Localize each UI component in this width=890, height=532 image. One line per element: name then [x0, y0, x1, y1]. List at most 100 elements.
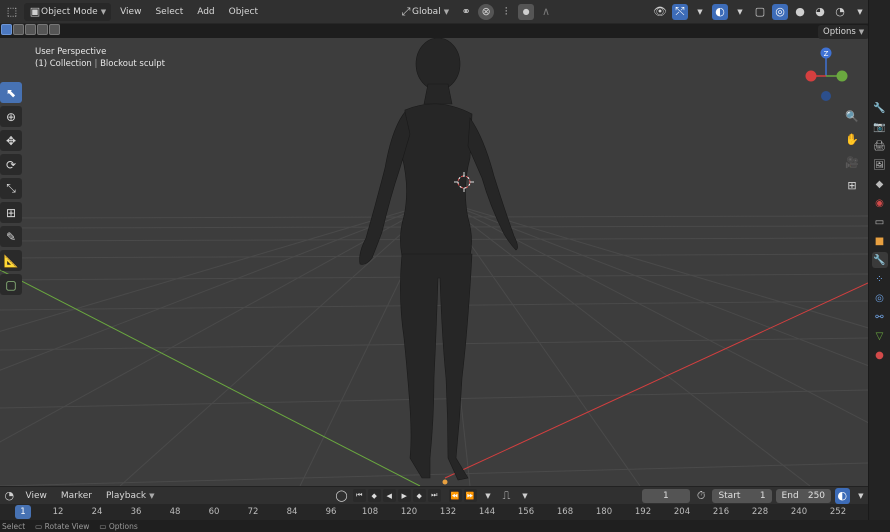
status-bar: Select ▭ Rotate View ▭ Options [0, 520, 890, 532]
world-props-icon[interactable]: ◉ [872, 195, 888, 211]
menu-select[interactable]: Select [150, 3, 188, 21]
snap-target-icon[interactable]: ⫶ [498, 4, 514, 20]
object-mode-icon: ▣ [29, 5, 41, 18]
3d-viewport[interactable]: User Perspective (1) Collection | Blocko… [0, 38, 868, 486]
chevron-down-icon[interactable]: ▼ [854, 488, 869, 504]
menu-object[interactable]: Object [224, 3, 263, 21]
material-props-icon[interactable]: ● [872, 347, 888, 363]
gizmo-toggle-icon[interactable]: ⤲ [672, 3, 688, 20]
output-props-icon[interactable]: 🖨 [872, 138, 888, 154]
chevron-down-icon[interactable]: ▼ [518, 488, 533, 504]
object-props-icon[interactable]: ■ [872, 233, 888, 249]
wireframe-shading-icon[interactable]: ◎ [772, 3, 788, 20]
rendered-shading-icon[interactable]: ◔ [832, 4, 848, 20]
ortho-grid-icon[interactable]: ⊞ [843, 176, 861, 194]
snap-icon[interactable]: ⊗ [478, 3, 495, 20]
axis-gizmo[interactable]: Z [804, 46, 858, 106]
end-frame-field[interactable]: End 250 [775, 488, 832, 503]
clock-editor-icon[interactable]: ◔ [2, 488, 17, 504]
navigation-tools: 🔍 ✋ 🎥 ⊞ [843, 107, 861, 194]
next-keyframe-icon[interactable]: ◆ [412, 489, 426, 502]
physics-props-icon[interactable]: ◎ [872, 290, 888, 306]
select-extend-icon[interactable] [13, 24, 24, 35]
play-icon[interactable]: ▶ [397, 489, 411, 502]
xray-icon[interactable]: ▢ [752, 4, 768, 20]
select-invert-icon[interactable] [37, 24, 48, 35]
tool-props-icon[interactable]: 🔧 [872, 100, 888, 116]
transform-tool[interactable]: ⊞ [0, 202, 22, 223]
auto-key-icon[interactable]: ⎍ [499, 488, 514, 504]
orientation-label: Global [411, 6, 441, 17]
editor-type-icon[interactable]: ⬚ [4, 4, 20, 20]
collection-info: (1) Collection | Blockout sculpt [35, 58, 165, 70]
select-intersect-icon[interactable] [49, 24, 60, 35]
chevron-down-icon[interactable]: ▼ [852, 4, 868, 20]
collection-props-icon[interactable]: ▭ [872, 214, 888, 230]
select-box-tool[interactable]: ⬉ [0, 82, 22, 103]
camera-view-icon[interactable]: 🎥 [843, 153, 861, 171]
ruler-tick-label: 48 [169, 507, 181, 517]
cursor-tool[interactable]: ⊕ [0, 106, 22, 127]
frame-ruler[interactable]: 1 12 24 36 48 60 72 84 96 108 120 132 144 156 168 180 1… [0, 504, 868, 520]
navigation-gizmo[interactable]: Z [804, 46, 858, 106]
stopwatch-icon[interactable]: ⏱ [694, 488, 709, 504]
timeline-menu-marker[interactable]: Marker [56, 489, 97, 503]
scale-tool[interactable]: ⤡ [0, 178, 22, 199]
pivot-icon[interactable]: ⚭ [458, 4, 474, 20]
modifier-props-icon[interactable]: 🔧 [871, 252, 888, 268]
rotate-tool[interactable]: ⟳ [0, 154, 22, 175]
proportional-edit-icon[interactable]: ● [518, 3, 535, 20]
current-frame-indicator[interactable]: 1 [15, 505, 31, 519]
chevron-down-icon[interactable]: ▼ [732, 4, 748, 20]
select-subtract-icon[interactable] [25, 24, 36, 35]
prev-keyframe-icon[interactable]: ◆ [367, 489, 381, 502]
options-dropdown[interactable]: Options ▼ [818, 25, 870, 39]
start-label: Start [718, 490, 741, 501]
floor-grid [0, 38, 868, 486]
mode-dropdown[interactable]: ▣ Object Mode ▼ [24, 2, 112, 21]
overlay-toggle-icon[interactable]: ◐ [712, 3, 728, 20]
solid-shading-icon[interactable]: ● [792, 4, 808, 20]
transform-orientation-dropdown[interactable]: ⤢ Global ▼ [395, 3, 454, 21]
timeline-view-icon[interactable]: ◐ [835, 487, 850, 504]
annotate-tool[interactable]: ✎ [0, 226, 22, 247]
timeline-menu-playback[interactable]: Playback ▼ [101, 489, 160, 503]
start-value: 1 [759, 490, 766, 501]
select-new-icon[interactable] [1, 24, 12, 35]
measure-tool[interactable]: 📐 [0, 250, 22, 271]
falloff-icon[interactable]: ∧ [538, 4, 554, 20]
data-props-icon[interactable]: ▽ [872, 328, 888, 344]
zoom-icon[interactable]: 🔍 [843, 107, 861, 125]
timeline-menu-view[interactable]: View [21, 489, 52, 503]
render-props-icon[interactable]: 📷 [872, 119, 888, 135]
next-key-icon[interactable]: ⏩ [463, 489, 477, 502]
menu-add[interactable]: Add [192, 3, 219, 21]
particles-props-icon[interactable]: ⁘ [872, 271, 888, 287]
status-options: ▭ Options [99, 521, 138, 531]
chevron-down-icon[interactable]: ▼ [692, 4, 708, 20]
move-tool[interactable]: ✥ [0, 130, 22, 151]
pan-hand-icon[interactable]: ✋ [843, 130, 861, 148]
constraints-props-icon[interactable]: ⚯ [872, 309, 888, 325]
add-cube-tool[interactable]: ▢ [0, 274, 22, 295]
play-reverse-icon[interactable]: ◀ [382, 489, 396, 502]
scene-props-icon[interactable]: ◆ [872, 176, 888, 192]
jump-start-icon[interactable]: ⏮ [352, 489, 366, 502]
ruler-tick-label: 108 [361, 507, 379, 517]
ruler-tick-label: 168 [556, 507, 574, 517]
record-icon[interactable]: ◯ [334, 488, 349, 504]
material-shading-icon[interactable]: ◕ [812, 4, 828, 20]
chevron-down-icon[interactable]: ▼ [481, 488, 496, 504]
prev-key-icon[interactable]: ⏪ [448, 489, 462, 502]
current-frame-field[interactable]: 1 [641, 488, 690, 503]
view-layer-icon[interactable]: 🖼 [872, 157, 888, 173]
orientation-icon: ⤢ [401, 4, 411, 18]
ruler-tick-label: 96 [325, 507, 337, 517]
chevron-down-icon: ▼ [100, 7, 107, 16]
visibility-icon[interactable]: 👁 [652, 4, 668, 20]
menu-view[interactable]: View [115, 3, 146, 21]
object-name: Blockout sculpt [100, 59, 165, 69]
jump-end-icon[interactable]: ⏭ [427, 489, 441, 502]
selection-mode-bar [0, 24, 60, 38]
start-frame-field[interactable]: Start 1 [712, 488, 772, 503]
